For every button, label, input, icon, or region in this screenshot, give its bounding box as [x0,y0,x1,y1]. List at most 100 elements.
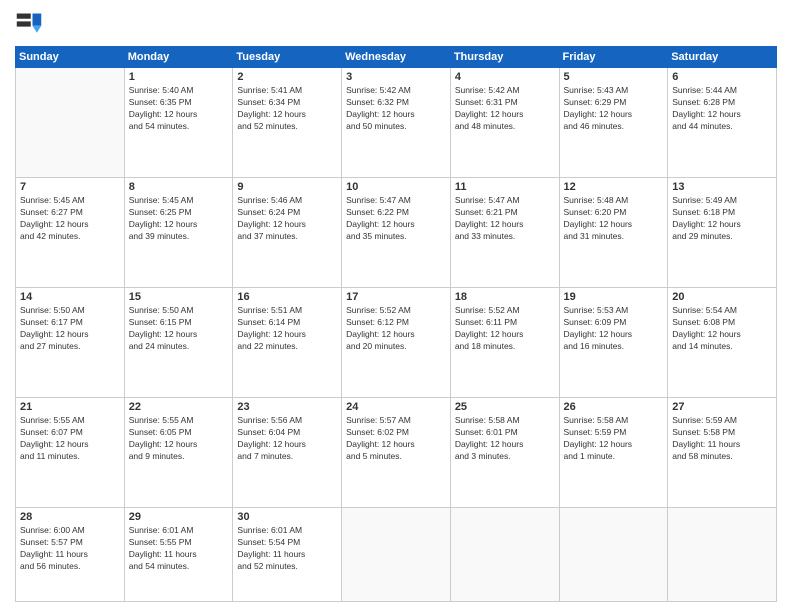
day-number: 18 [455,291,555,303]
day-info: Sunrise: 5:58 AMSunset: 6:01 PMDaylight:… [455,415,555,463]
day-number: 24 [346,401,446,413]
day-number: 13 [672,181,772,193]
calendar-cell: 2 Sunrise: 5:41 AMSunset: 6:34 PMDaylight… [233,68,342,178]
calendar-cell: 16 Sunrise: 5:51 AMSunset: 6:14 PMDayligh… [233,288,342,398]
day-info: Sunrise: 5:51 AMSunset: 6:14 PMDaylight:… [237,305,337,353]
day-info: Sunrise: 5:55 AMSunset: 6:07 PMDaylight:… [20,415,120,463]
calendar-cell: 1Sunrise: 5:40 AMSunset: 6:35 PMDaylight… [124,68,233,178]
weekday-header: Monday [124,47,233,68]
day-info: Sunrise: 5:50 AMSunset: 6:17 PMDaylight:… [20,305,120,353]
day-number: 30 [237,511,337,523]
day-info: Sunrise: 6:01 AMSunset: 5:54 PMDaylight:… [237,525,337,573]
calendar-cell: 7 Sunrise: 5:45 AMSunset: 6:27 PMDaylight… [16,178,125,288]
day-number: 22 [129,401,229,413]
day-number: 7 [20,181,120,193]
weekday-header: Sunday [16,47,125,68]
day-info: Sunrise: 5:40 AMSunset: 6:35 PMDaylight:… [129,85,229,133]
weekday-header: Tuesday [233,47,342,68]
calendar-week-row: 28 Sunrise: 6:00 AMSunset: 5:57 PMDayligh… [16,508,777,602]
day-info: Sunrise: 5:56 AMSunset: 6:04 PMDaylight:… [237,415,337,463]
calendar-cell: 24 Sunrise: 5:57 AMSunset: 6:02 PMDayligh… [342,398,451,508]
calendar-cell: 21 Sunrise: 5:55 AMSunset: 6:07 PMDayligh… [16,398,125,508]
day-number: 19 [564,291,664,303]
calendar-week-row: 21 Sunrise: 5:55 AMSunset: 6:07 PMDayligh… [16,398,777,508]
weekday-header: Saturday [668,47,777,68]
day-info: Sunrise: 5:47 AMSunset: 6:21 PMDaylight:… [455,195,555,243]
day-number: 9 [237,181,337,193]
day-info: Sunrise: 5:47 AMSunset: 6:22 PMDaylight:… [346,195,446,243]
calendar-cell: 30 Sunrise: 6:01 AMSunset: 5:54 PMDayligh… [233,508,342,602]
calendar-cell: 11 Sunrise: 5:47 AMSunset: 6:21 PMDayligh… [450,178,559,288]
calendar-cell: 10 Sunrise: 5:47 AMSunset: 6:22 PMDayligh… [342,178,451,288]
day-info: Sunrise: 5:42 AMSunset: 6:31 PMDaylight:… [455,85,555,133]
day-number: 8 [129,181,229,193]
day-number: 2 [237,71,337,83]
weekday-header-row: SundayMondayTuesdayWednesdayThursdayFrid… [16,47,777,68]
calendar-cell: 6Sunrise: 5:44 AMSunset: 6:28 PMDaylight… [668,68,777,178]
day-number: 28 [20,511,120,523]
day-info: Sunrise: 5:58 AMSunset: 5:59 PMDaylight:… [564,415,664,463]
day-number: 4 [455,71,555,83]
day-info: Sunrise: 5:57 AMSunset: 6:02 PMDaylight:… [346,415,446,463]
day-number: 27 [672,401,772,413]
logo [15,10,47,38]
calendar-cell: 18 Sunrise: 5:52 AMSunset: 6:11 PMDayligh… [450,288,559,398]
day-number: 26 [564,401,664,413]
day-info: Sunrise: 5:55 AMSunset: 6:05 PMDaylight:… [129,415,229,463]
calendar-cell: 15 Sunrise: 5:50 AMSunset: 6:15 PMDayligh… [124,288,233,398]
day-number: 10 [346,181,446,193]
calendar-cell: 20 Sunrise: 5:54 AMSunset: 6:08 PMDayligh… [668,288,777,398]
weekday-header: Friday [559,47,668,68]
day-info: Sunrise: 5:50 AMSunset: 6:15 PMDaylight:… [129,305,229,353]
calendar-cell: 28 Sunrise: 6:00 AMSunset: 5:57 PMDayligh… [16,508,125,602]
day-number: 29 [129,511,229,523]
day-info: Sunrise: 5:49 AMSunset: 6:18 PMDaylight:… [672,195,772,243]
calendar-cell: 25 Sunrise: 5:58 AMSunset: 6:01 PMDayligh… [450,398,559,508]
day-info: Sunrise: 5:45 AMSunset: 6:27 PMDaylight:… [20,195,120,243]
day-number: 15 [129,291,229,303]
calendar-cell: 27 Sunrise: 5:59 AMSunset: 5:58 PMDayligh… [668,398,777,508]
day-info: Sunrise: 5:48 AMSunset: 6:20 PMDaylight:… [564,195,664,243]
day-info: Sunrise: 5:43 AMSunset: 6:29 PMDaylight:… [564,85,664,133]
day-info: Sunrise: 5:52 AMSunset: 6:12 PMDaylight:… [346,305,446,353]
calendar-table: SundayMondayTuesdayWednesdayThursdayFrid… [15,46,777,602]
calendar-cell: 8 Sunrise: 5:45 AMSunset: 6:25 PMDaylight… [124,178,233,288]
calendar-cell: 9 Sunrise: 5:46 AMSunset: 6:24 PMDaylight… [233,178,342,288]
day-info: Sunrise: 5:52 AMSunset: 6:11 PMDaylight:… [455,305,555,353]
calendar-cell [342,508,451,602]
calendar-cell: 13 Sunrise: 5:49 AMSunset: 6:18 PMDayligh… [668,178,777,288]
calendar-cell [16,68,125,178]
day-number: 20 [672,291,772,303]
calendar-cell: 29 Sunrise: 6:01 AMSunset: 5:55 PMDayligh… [124,508,233,602]
day-info: Sunrise: 5:54 AMSunset: 6:08 PMDaylight:… [672,305,772,353]
day-number: 17 [346,291,446,303]
day-number: 3 [346,71,446,83]
day-number: 11 [455,181,555,193]
calendar-cell: 14Sunrise: 5:50 AMSunset: 6:17 PMDayligh… [16,288,125,398]
calendar-cell [450,508,559,602]
calendar-cell: 26 Sunrise: 5:58 AMSunset: 5:59 PMDayligh… [559,398,668,508]
calendar-cell: 4 Sunrise: 5:42 AMSunset: 6:31 PMDaylight… [450,68,559,178]
day-info: Sunrise: 6:01 AMSunset: 5:55 PMDaylight:… [129,525,229,573]
day-info: Sunrise: 5:59 AMSunset: 5:58 PMDaylight:… [672,415,772,463]
calendar-cell [668,508,777,602]
day-info: Sunrise: 5:41 AMSunset: 6:34 PMDaylight:… [237,85,337,133]
weekday-header: Wednesday [342,47,451,68]
logo-icon [15,10,43,38]
day-info: Sunrise: 5:46 AMSunset: 6:24 PMDaylight:… [237,195,337,243]
calendar-week-row: 1Sunrise: 5:40 AMSunset: 6:35 PMDaylight… [16,68,777,178]
day-number: 25 [455,401,555,413]
calendar-week-row: 7 Sunrise: 5:45 AMSunset: 6:27 PMDaylight… [16,178,777,288]
day-number: 21 [20,401,120,413]
day-number: 23 [237,401,337,413]
day-number: 5 [564,71,664,83]
day-number: 6 [672,71,772,83]
calendar-cell [559,508,668,602]
calendar-cell: 22 Sunrise: 5:55 AMSunset: 6:05 PMDayligh… [124,398,233,508]
day-info: Sunrise: 6:00 AMSunset: 5:57 PMDaylight:… [20,525,120,573]
day-info: Sunrise: 5:45 AMSunset: 6:25 PMDaylight:… [129,195,229,243]
calendar-cell: 12Sunrise: 5:48 AMSunset: 6:20 PMDayligh… [559,178,668,288]
calendar-week-row: 14Sunrise: 5:50 AMSunset: 6:17 PMDayligh… [16,288,777,398]
day-number: 16 [237,291,337,303]
calendar-cell: 5 Sunrise: 5:43 AMSunset: 6:29 PMDaylight… [559,68,668,178]
